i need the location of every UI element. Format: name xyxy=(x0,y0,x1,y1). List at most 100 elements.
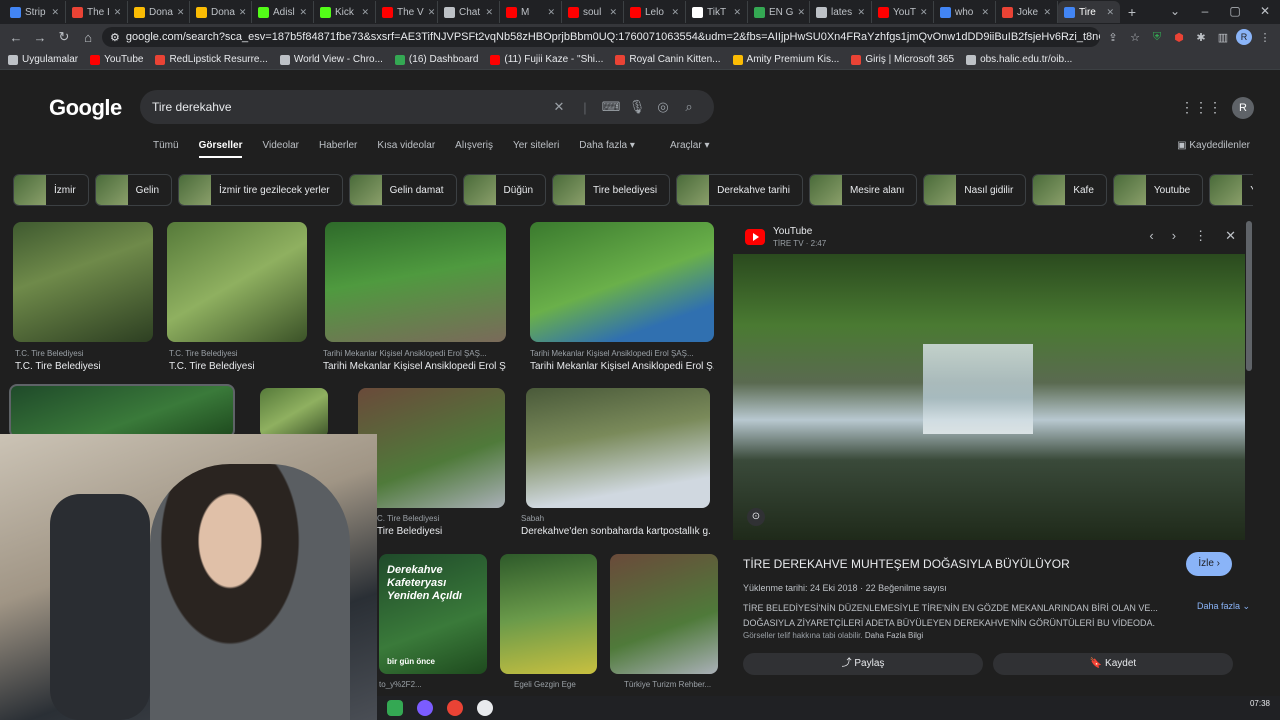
profile-avatar[interactable]: R xyxy=(1236,29,1252,45)
search-input[interactable] xyxy=(152,100,546,114)
result-image-9[interactable]: Derekahve Kafeteryası Yeniden Açıldı bir… xyxy=(379,554,487,674)
back-icon[interactable]: ← xyxy=(6,30,26,45)
search-icon[interactable]: ⌕ xyxy=(676,99,702,115)
browser-tab[interactable]: Lelo ✕ xyxy=(624,1,686,23)
related-chip[interactable]: Tire belediyesi xyxy=(552,174,671,206)
google-logo[interactable]: Google xyxy=(49,95,122,121)
preview-image[interactable]: ⊙ xyxy=(733,254,1245,540)
close-tab-icon[interactable]: ✕ xyxy=(428,7,436,18)
tools-button[interactable]: Araçlar ▾ xyxy=(670,140,709,151)
browser-tab[interactable]: Dona ✕ xyxy=(190,1,252,23)
bookmark-item[interactable]: RedLipstick Resurre... xyxy=(155,54,268,65)
close-tab-icon[interactable]: ✕ xyxy=(51,7,59,18)
related-chip[interactable]: Nasıl gidilir xyxy=(923,174,1027,206)
account-avatar[interactable]: R xyxy=(1232,97,1254,119)
result-caption[interactable]: Tarihi Mekanlar Kişisel Ansiklopedi Erol… xyxy=(323,361,506,372)
sidebar-icon[interactable]: ▥ xyxy=(1214,31,1232,44)
share-button[interactable]: ⤴ Paylaş xyxy=(743,653,983,675)
related-chip[interactable]: İzmir xyxy=(13,174,89,206)
close-window-icon[interactable]: ✕ xyxy=(1250,4,1280,18)
related-chip[interactable]: Yol tarifi xyxy=(1209,174,1253,206)
saved-button[interactable]: ▣ Kaydedilenler xyxy=(1177,140,1250,151)
site-info-icon[interactable]: ⚙ xyxy=(110,31,120,44)
bookmark-item[interactable]: Royal Canin Kitten... xyxy=(615,54,721,65)
browser-tab[interactable]: M ✕ xyxy=(500,1,562,23)
minimize-icon[interactable]: – xyxy=(1190,4,1220,18)
bookmark-item[interactable]: (16) Dashboard xyxy=(394,54,478,65)
close-tab-icon[interactable]: ✕ xyxy=(239,7,247,18)
bookmark-star-icon[interactable]: ☆ xyxy=(1126,31,1144,44)
result-image-11[interactable] xyxy=(610,554,718,674)
bookmark-item[interactable]: (11) Fujii Kaze - "Shi... xyxy=(490,54,603,65)
browser-tab[interactable]: The I ✕ xyxy=(66,1,128,23)
watch-button[interactable]: İzle › xyxy=(1186,552,1232,576)
result-image-3[interactable] xyxy=(325,222,506,342)
related-chip[interactable]: Mesire alanı xyxy=(808,174,918,206)
next-icon[interactable]: › xyxy=(1172,228,1176,244)
browser-tab[interactable]: Strip ✕ xyxy=(4,1,66,23)
search-tab[interactable]: Yer siteleri xyxy=(513,140,559,158)
result-caption[interactable]: T.C. Tire Belediyesi xyxy=(169,361,307,372)
browser-tab[interactable]: lates ✕ xyxy=(810,1,872,23)
result-caption[interactable]: Tire Belediyesi xyxy=(377,526,505,537)
search-tab[interactable]: Daha fazla ▾ xyxy=(579,140,635,158)
search-tab[interactable]: Haberler xyxy=(319,140,357,158)
lens-search-icon[interactable]: ⊙ xyxy=(747,508,765,526)
taskbar-app-icon[interactable] xyxy=(387,700,403,716)
share-icon[interactable]: ⇪ xyxy=(1104,31,1122,44)
close-tab-icon[interactable]: ✕ xyxy=(1106,7,1114,18)
result-image-7[interactable] xyxy=(358,388,505,508)
preview-title[interactable]: TİRE DEREKAHVE MUHTEŞEM DOĞASIYLA BÜYÜLÜ… xyxy=(743,557,1070,571)
save-button[interactable]: 🔖 Kaydet xyxy=(993,653,1233,675)
browser-tab[interactable]: Kick ✕ xyxy=(314,1,376,23)
home-icon[interactable]: ⌂ xyxy=(78,30,98,45)
menu-icon[interactable]: ⋮ xyxy=(1256,31,1274,44)
maximize-icon[interactable]: ▢ xyxy=(1220,4,1250,18)
browser-tab[interactable]: soul ✕ xyxy=(562,1,624,23)
reload-icon[interactable]: ↻ xyxy=(54,29,74,45)
bookmark-item[interactable]: Amity Premium Kis... xyxy=(732,54,839,65)
bookmark-item[interactable]: Uygulamalar xyxy=(8,54,78,65)
result-image-2[interactable] xyxy=(167,222,307,342)
related-chip[interactable]: Düğün xyxy=(462,174,547,206)
taskbar-app-icon[interactable] xyxy=(447,700,463,716)
search-tab[interactable]: Videolar xyxy=(262,140,299,158)
more-options-icon[interactable]: ⋮ xyxy=(1194,228,1207,244)
close-tab-icon[interactable]: ✕ xyxy=(299,7,307,18)
browser-tab[interactable]: The V ✕ xyxy=(376,1,438,23)
lens-icon[interactable]: ◎ xyxy=(650,99,676,115)
browser-tab[interactable]: Adisl ✕ xyxy=(252,1,314,23)
browser-tab[interactable]: Tire ✕ xyxy=(1058,1,1120,23)
related-chip[interactable]: İzmir tire gezilecek yerler xyxy=(178,174,343,206)
new-tab-icon[interactable]: + xyxy=(1120,4,1144,20)
search-box[interactable]: ✕ | ⌨ 🎙 ◎ ⌕ xyxy=(140,90,714,124)
related-chip[interactable]: Derekahve tarihi xyxy=(676,174,803,206)
extension-icon[interactable]: ⬢ xyxy=(1170,31,1188,44)
bookmark-item[interactable]: World View - Chro... xyxy=(279,54,383,65)
browser-tab[interactable]: Dona ✕ xyxy=(128,1,190,23)
close-tab-icon[interactable]: ✕ xyxy=(485,7,493,18)
browser-tab[interactable]: who ✕ xyxy=(934,1,996,23)
close-tab-icon[interactable]: ✕ xyxy=(361,7,369,18)
result-image-6[interactable] xyxy=(260,388,328,438)
apps-grid-icon[interactable]: ⋮⋮⋮ xyxy=(1180,99,1222,116)
search-tab[interactable]: Alışveriş xyxy=(455,140,493,158)
forward-icon[interactable]: → xyxy=(30,30,50,45)
close-tab-icon[interactable]: ✕ xyxy=(547,7,555,18)
result-image-8[interactable] xyxy=(526,388,710,508)
related-chip[interactable]: Gelin damat xyxy=(348,174,457,206)
result-image-4[interactable] xyxy=(530,222,714,342)
microphone-icon[interactable]: 🎙 xyxy=(624,99,650,115)
extension-shield-icon[interactable]: ⛨ xyxy=(1148,31,1166,44)
preview-site[interactable]: YouTube xyxy=(773,226,812,237)
extension-puzzle-icon[interactable]: ✱ xyxy=(1192,31,1210,44)
result-image-10[interactable] xyxy=(500,554,597,674)
close-tab-icon[interactable]: ✕ xyxy=(671,7,679,18)
taskbar-obs-icon[interactable] xyxy=(477,700,493,716)
close-tab-icon[interactable]: ✕ xyxy=(920,7,928,18)
close-tab-icon[interactable]: ✕ xyxy=(981,7,989,18)
browser-tab[interactable]: TikT ✕ xyxy=(686,1,748,23)
result-image-selected[interactable] xyxy=(9,384,235,438)
close-tab-icon[interactable]: ✕ xyxy=(177,7,185,18)
close-tab-icon[interactable]: ✕ xyxy=(1043,7,1051,18)
